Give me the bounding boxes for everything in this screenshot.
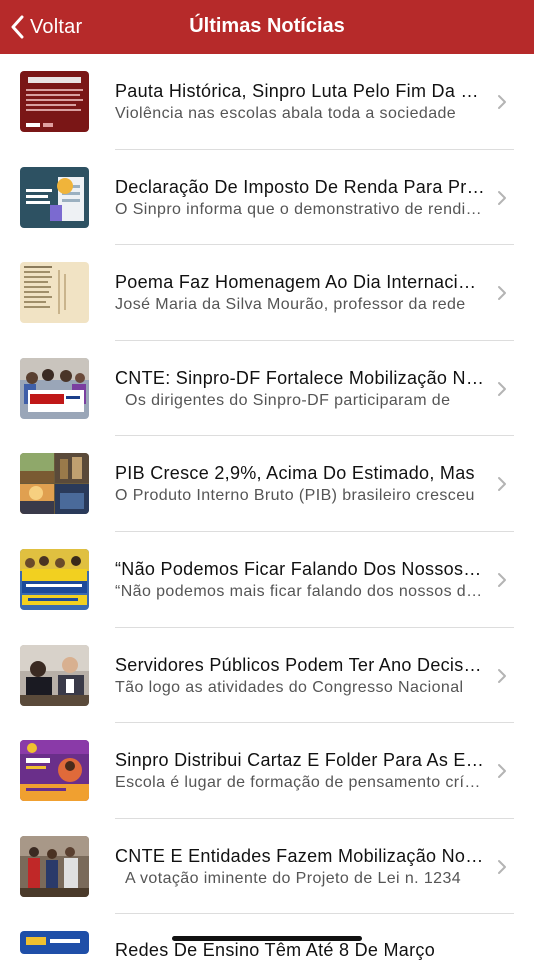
- news-thumbnail: [20, 835, 89, 897]
- back-label: Voltar: [30, 15, 83, 38]
- news-subtitle: A votação iminente do Projeto de Lei n. …: [125, 869, 462, 887]
- chevron-right-icon: [498, 572, 506, 587]
- news-subtitle: O Produto Interno Bruto (PIB) brasileiro…: [115, 487, 475, 505]
- chevron-right-icon: [498, 190, 506, 205]
- news-item[interactable]: Pauta Histórica, Sinpro Luta Pelo Fim Da…: [0, 54, 534, 150]
- news-item[interactable]: PIB Cresce 2,9%, Acima Do Estimado, Mas …: [0, 436, 534, 532]
- chevron-right-icon: [498, 381, 506, 396]
- news-title: Poema Faz Homenagem Ao Dia Internacional…: [115, 272, 485, 293]
- news-subtitle: Escola é lugar de formação de pensamento…: [115, 774, 485, 792]
- news-item[interactable]: “Não Podemos Ficar Falando Dos Nossos Di…: [0, 532, 534, 628]
- news-item[interactable]: Servidores Públicos Podem Ter Ano Decisi…: [0, 628, 534, 724]
- news-subtitle: Violência nas escolas abala toda a socie…: [115, 105, 457, 122]
- home-indicator: [172, 936, 362, 941]
- news-subtitle: José Maria da Silva Mourão, professor da…: [115, 296, 466, 314]
- news-item[interactable]: CNTE E Entidades Fazem Mobilização No Co…: [0, 819, 534, 915]
- news-thumbnail: [20, 262, 89, 324]
- news-thumbnail: [20, 740, 89, 802]
- news-title: “Não Podemos Ficar Falando Dos Nossos Di…: [115, 558, 485, 579]
- back-button[interactable]: Voltar: [10, 13, 82, 41]
- news-thumbnail: [20, 644, 89, 706]
- chevron-right-icon: [498, 764, 506, 779]
- news-thumbnail: [20, 548, 89, 610]
- news-thumbnail: [20, 166, 89, 228]
- news-title: CNTE E Entidades Fazem Mobilização No Co…: [115, 845, 485, 866]
- chevron-right-icon: [498, 477, 506, 492]
- news-title: PIB Cresce 2,9%, Acima Do Estimado, Mas: [115, 463, 475, 484]
- news-title: Sinpro Distribui Cartaz E Folder Para As…: [115, 750, 485, 771]
- news-item[interactable]: Declaração De Imposto De Renda Para Prof…: [0, 150, 534, 246]
- chevron-right-icon: [498, 859, 506, 874]
- news-item[interactable]: Redes De Ensino Têm Até 8 De Março: [0, 914, 534, 960]
- chevron-right-icon: [498, 95, 506, 109]
- chevron-right-icon: [498, 668, 506, 683]
- news-subtitle: Tão logo as atividades do Congresso Naci…: [115, 678, 464, 696]
- news-title: Redes De Ensino Têm Até 8 De Março: [115, 940, 436, 961]
- news-list: Pauta Histórica, Sinpro Luta Pelo Fim Da…: [0, 54, 534, 960]
- nav-bar: Voltar Últimas Notícias: [0, 0, 534, 54]
- news-thumbnail: [20, 931, 89, 955]
- news-subtitle: O Sinpro informa que o demonstrativo de …: [115, 200, 485, 218]
- news-thumbnail: [20, 357, 89, 419]
- news-title: CNTE: Sinpro-DF Fortalece Mobilização Na…: [115, 367, 485, 388]
- news-item[interactable]: Sinpro Distribui Cartaz E Folder Para As…: [0, 723, 534, 819]
- news-subtitle: “Não podemos mais ficar falando dos noss…: [115, 582, 485, 600]
- chevron-left-icon: [11, 15, 24, 39]
- chevron-right-icon: [498, 286, 506, 301]
- news-title: Declaração De Imposto De Renda Para Prof…: [115, 176, 485, 197]
- news-thumbnail: [20, 453, 89, 515]
- news-subtitle: Os dirigentes do Sinpro-DF participaram …: [125, 391, 451, 409]
- news-title: Pauta Histórica, Sinpro Luta Pelo Fim Da…: [115, 81, 485, 101]
- news-item[interactable]: CNTE: Sinpro-DF Fortalece Mobilização Na…: [0, 341, 534, 437]
- news-item[interactable]: Poema Faz Homenagem Ao Dia Internacional…: [0, 245, 534, 341]
- news-title: Servidores Públicos Podem Ter Ano Decisi…: [115, 654, 485, 675]
- news-thumbnail: [20, 71, 89, 132]
